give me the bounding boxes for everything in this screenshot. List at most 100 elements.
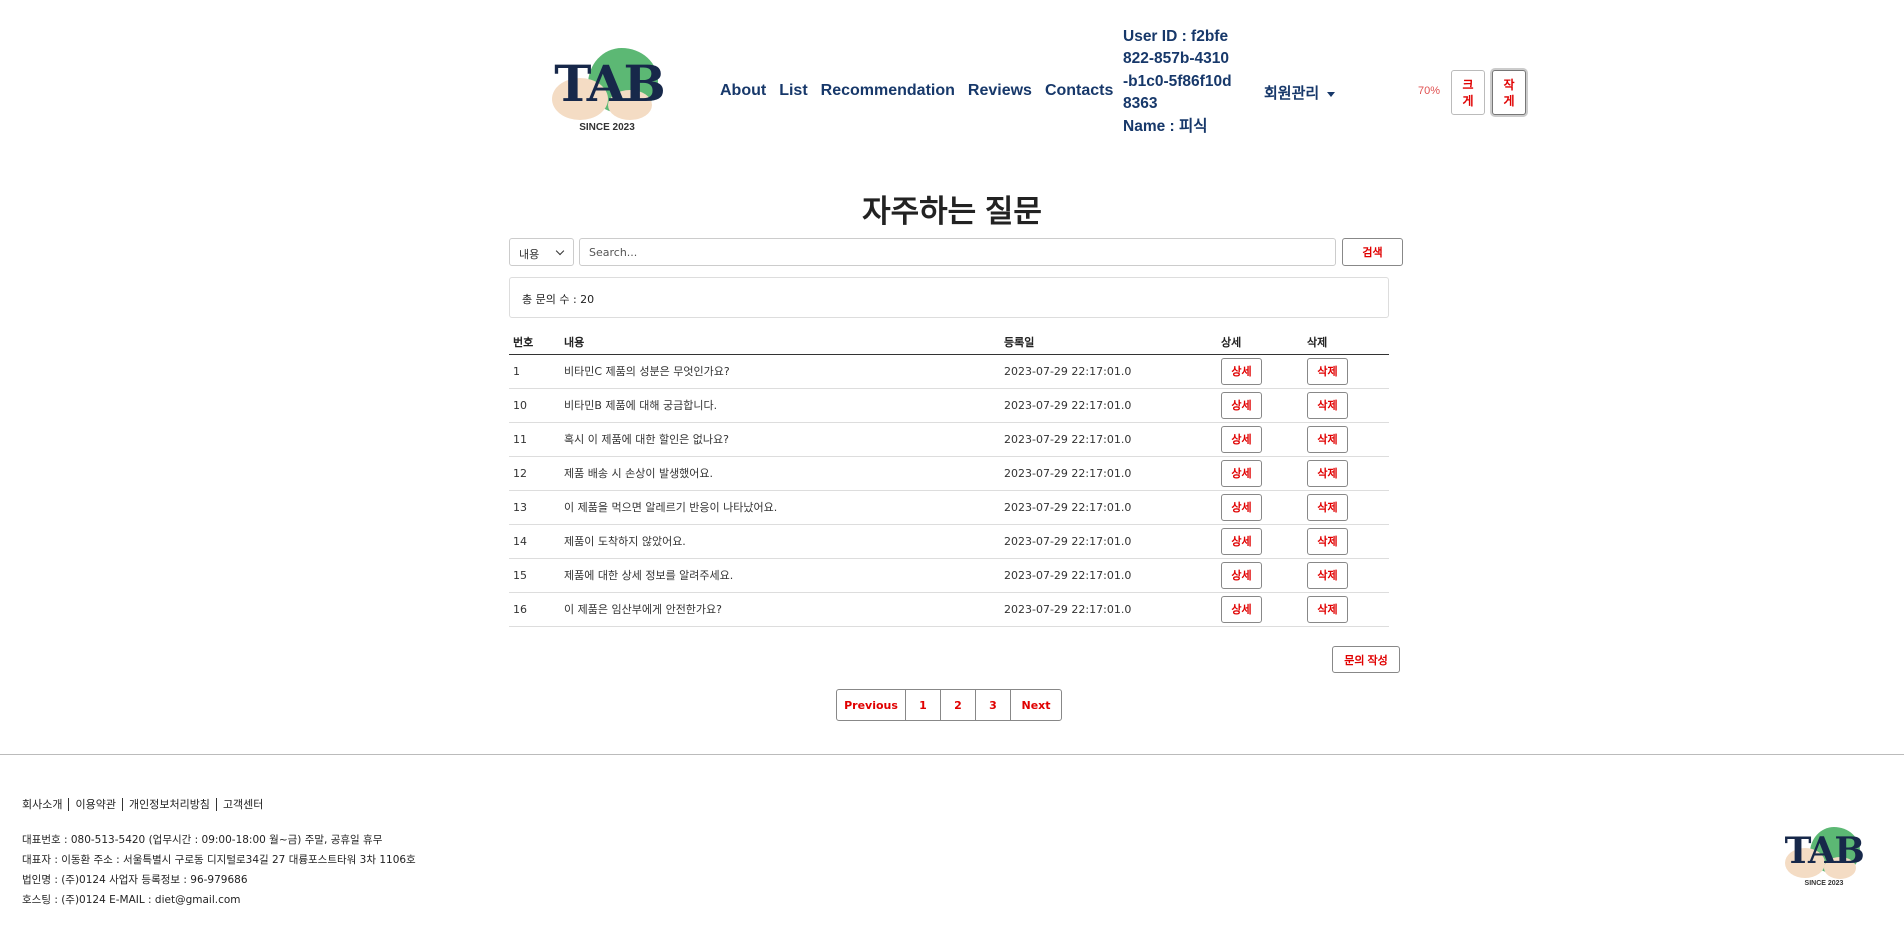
row-content: 이 제품을 먹으면 알레르기 반응이 나타났어요. (560, 490, 1000, 525)
header-date: 등록일 (1000, 330, 1217, 355)
header-delete: 삭제 (1303, 330, 1389, 355)
footer-hosting: 호스팅 : (주)0124 E-MAIL : diet@gmail.com (22, 894, 241, 906)
row-content: 제품에 대한 상세 정보를 알려주세요. (560, 558, 1000, 593)
member-menu-label: 회원관리 (1264, 85, 1320, 102)
row-number: 1 (509, 354, 560, 389)
footer-logo-text: TAB (1784, 830, 1865, 872)
delete-button[interactable]: 삭제 (1307, 527, 1348, 555)
footer-link-privacy[interactable]: 개인정보처리방침 (121, 798, 216, 811)
row-number: 11 (509, 422, 560, 457)
zoom-out-button[interactable]: 작게 (1492, 70, 1526, 115)
row-date: 2023-07-29 22:17:01.0 (1000, 354, 1217, 389)
row-content: 제품이 도착하지 않았어요. (560, 524, 1000, 559)
row-number: 12 (509, 456, 560, 491)
table-row: 15 제품에 대한 상세 정보를 알려주세요. 2023-07-29 22:17… (509, 558, 1389, 593)
site-header: TAB SINCE 2023 About List Recommendation… (0, 0, 1904, 175)
page-title: 자주하는 질문 (862, 194, 1042, 229)
footer-logo-since: SINCE 2023 (1804, 880, 1844, 887)
delete-button[interactable]: 삭제 (1307, 391, 1348, 419)
row-date: 2023-07-29 22:17:01.0 (1000, 490, 1217, 525)
pagination-next[interactable]: Next (1010, 689, 1062, 721)
detail-button[interactable]: 상세 (1221, 425, 1262, 453)
pagination-page-3[interactable]: 3 (975, 689, 1011, 721)
pagination-page-2[interactable]: 2 (940, 689, 976, 721)
delete-button[interactable]: 삭제 (1307, 459, 1348, 487)
row-date: 2023-07-29 22:17:01.0 (1000, 388, 1217, 423)
header-number: 번호 (509, 330, 560, 355)
delete-button[interactable]: 삭제 (1307, 493, 1348, 521)
logo-text: TAB (554, 54, 666, 113)
footer-phone: 대표번호 : 080-513-5420 (업무시간 : 09:00-18:00 … (22, 834, 383, 846)
row-date: 2023-07-29 22:17:01.0 (1000, 422, 1217, 457)
search-button[interactable]: 검색 (1342, 238, 1403, 266)
total-count: 총 문의 수 : 20 (509, 277, 1389, 318)
row-date: 2023-07-29 22:17:01.0 (1000, 558, 1217, 593)
table-row: 11 혹시 이 제품에 대한 할인은 없나요? 2023-07-29 22:17… (509, 422, 1389, 457)
header-detail: 상세 (1217, 330, 1303, 355)
row-content: 비타민C 제품의 성분은 무엇인가요? (560, 354, 1000, 389)
table-row: 13 이 제품을 먹으면 알레르기 반응이 나타났어요. 2023-07-29 … (509, 490, 1389, 525)
footer-link-support[interactable]: 고객센터 (215, 798, 269, 811)
delete-button[interactable]: 삭제 (1307, 561, 1348, 589)
row-date: 2023-07-29 22:17:01.0 (1000, 524, 1217, 559)
table-row: 12 제품 배송 시 손상이 발생했어요. 2023-07-29 22:17:0… (509, 456, 1389, 491)
pagination-page-1[interactable]: 1 (905, 689, 941, 721)
search-category-select[interactable]: 내용 (509, 238, 574, 266)
row-number: 10 (509, 388, 560, 423)
detail-button[interactable]: 상세 (1221, 391, 1262, 419)
nav-about[interactable]: About (720, 82, 766, 100)
table-row: 10 비타민B 제품에 대해 궁금합니다. 2023-07-29 22:17:0… (509, 388, 1389, 423)
faq-table: 번호 내용 등록일 상세 삭제 1 비타민C 제품의 성분은 무엇인가요? 20… (509, 330, 1389, 627)
header-content: 내용 (560, 330, 1000, 355)
user-id: User ID : f2bfe822-857b-4310-b1c0-5f86f1… (1123, 28, 1232, 113)
main-nav: About List Recommendation Reviews Contac… (720, 82, 1113, 100)
footer-address: 대표자 : 이동환 주소 : 서울특별시 구로동 디지털로34길 27 대륭포스… (22, 854, 416, 866)
detail-button[interactable]: 상세 (1221, 561, 1262, 589)
search-input[interactable] (579, 238, 1336, 266)
row-content: 이 제품은 임산부에게 안전한가요? (560, 592, 1000, 627)
footer-business: 법인명 : (주)0124 사업자 등록정보 : 96-979686 (22, 874, 248, 886)
zoom-level: 70% (1418, 85, 1441, 97)
footer-logo[interactable]: TAB SINCE 2023 (1782, 824, 1868, 890)
search-bar: 내용 검색 (509, 238, 1403, 266)
nav-list[interactable]: List (779, 82, 807, 100)
detail-button[interactable]: 상세 (1221, 459, 1262, 487)
row-number: 14 (509, 524, 560, 559)
detail-button[interactable]: 상세 (1221, 357, 1262, 385)
table-header-row: 번호 내용 등록일 상세 삭제 (509, 330, 1389, 355)
detail-button[interactable]: 상세 (1221, 595, 1262, 623)
row-number: 15 (509, 558, 560, 593)
table-row: 16 이 제품은 임산부에게 안전한가요? 2023-07-29 22:17:0… (509, 592, 1389, 627)
delete-button[interactable]: 삭제 (1307, 595, 1348, 623)
footer-divider (0, 754, 1904, 755)
row-date: 2023-07-29 22:17:01.0 (1000, 592, 1217, 627)
delete-button[interactable]: 삭제 (1307, 425, 1348, 453)
footer-link-terms[interactable]: 이용약관 (68, 798, 121, 811)
table-row: 1 비타민C 제품의 성분은 무엇인가요? 2023-07-29 22:17:0… (509, 354, 1389, 389)
row-date: 2023-07-29 22:17:01.0 (1000, 456, 1217, 491)
pagination-previous[interactable]: Previous (836, 689, 906, 721)
nav-contacts[interactable]: Contacts (1045, 82, 1113, 100)
row-number: 16 (509, 592, 560, 627)
write-inquiry-button[interactable]: 문의 작성 (1332, 646, 1400, 673)
site-logo[interactable]: TAB SINCE 2023 (548, 44, 670, 136)
search-category-value: 내용 (519, 248, 540, 261)
footer-links: 회사소개 이용약관 개인정보처리방침 고객센터 (22, 798, 269, 811)
nav-recommendation[interactable]: Recommendation (821, 82, 955, 100)
user-info: User ID : f2bfe822-857b-4310-b1c0-5f86f1… (1123, 26, 1233, 138)
chevron-down-icon (555, 246, 565, 256)
footer-link-about[interactable]: 회사소개 (22, 798, 68, 811)
footer-company-info: 대표번호 : 080-513-5420 (업무시간 : 09:00-18:00 … (22, 830, 416, 910)
detail-button[interactable]: 상세 (1221, 527, 1262, 555)
row-content: 혹시 이 제품에 대한 할인은 없나요? (560, 422, 1000, 457)
row-content: 비타민B 제품에 대해 궁금합니다. (560, 388, 1000, 423)
pagination: Previous 1 2 3 Next (836, 689, 1062, 721)
nav-reviews[interactable]: Reviews (968, 82, 1032, 100)
row-content: 제품 배송 시 손상이 발생했어요. (560, 456, 1000, 491)
zoom-in-button[interactable]: 크게 (1451, 70, 1485, 115)
row-number: 13 (509, 490, 560, 525)
detail-button[interactable]: 상세 (1221, 493, 1262, 521)
member-menu-dropdown[interactable]: 회원관리 (1264, 82, 1336, 103)
delete-button[interactable]: 삭제 (1307, 357, 1348, 385)
caret-down-icon (1327, 91, 1336, 97)
